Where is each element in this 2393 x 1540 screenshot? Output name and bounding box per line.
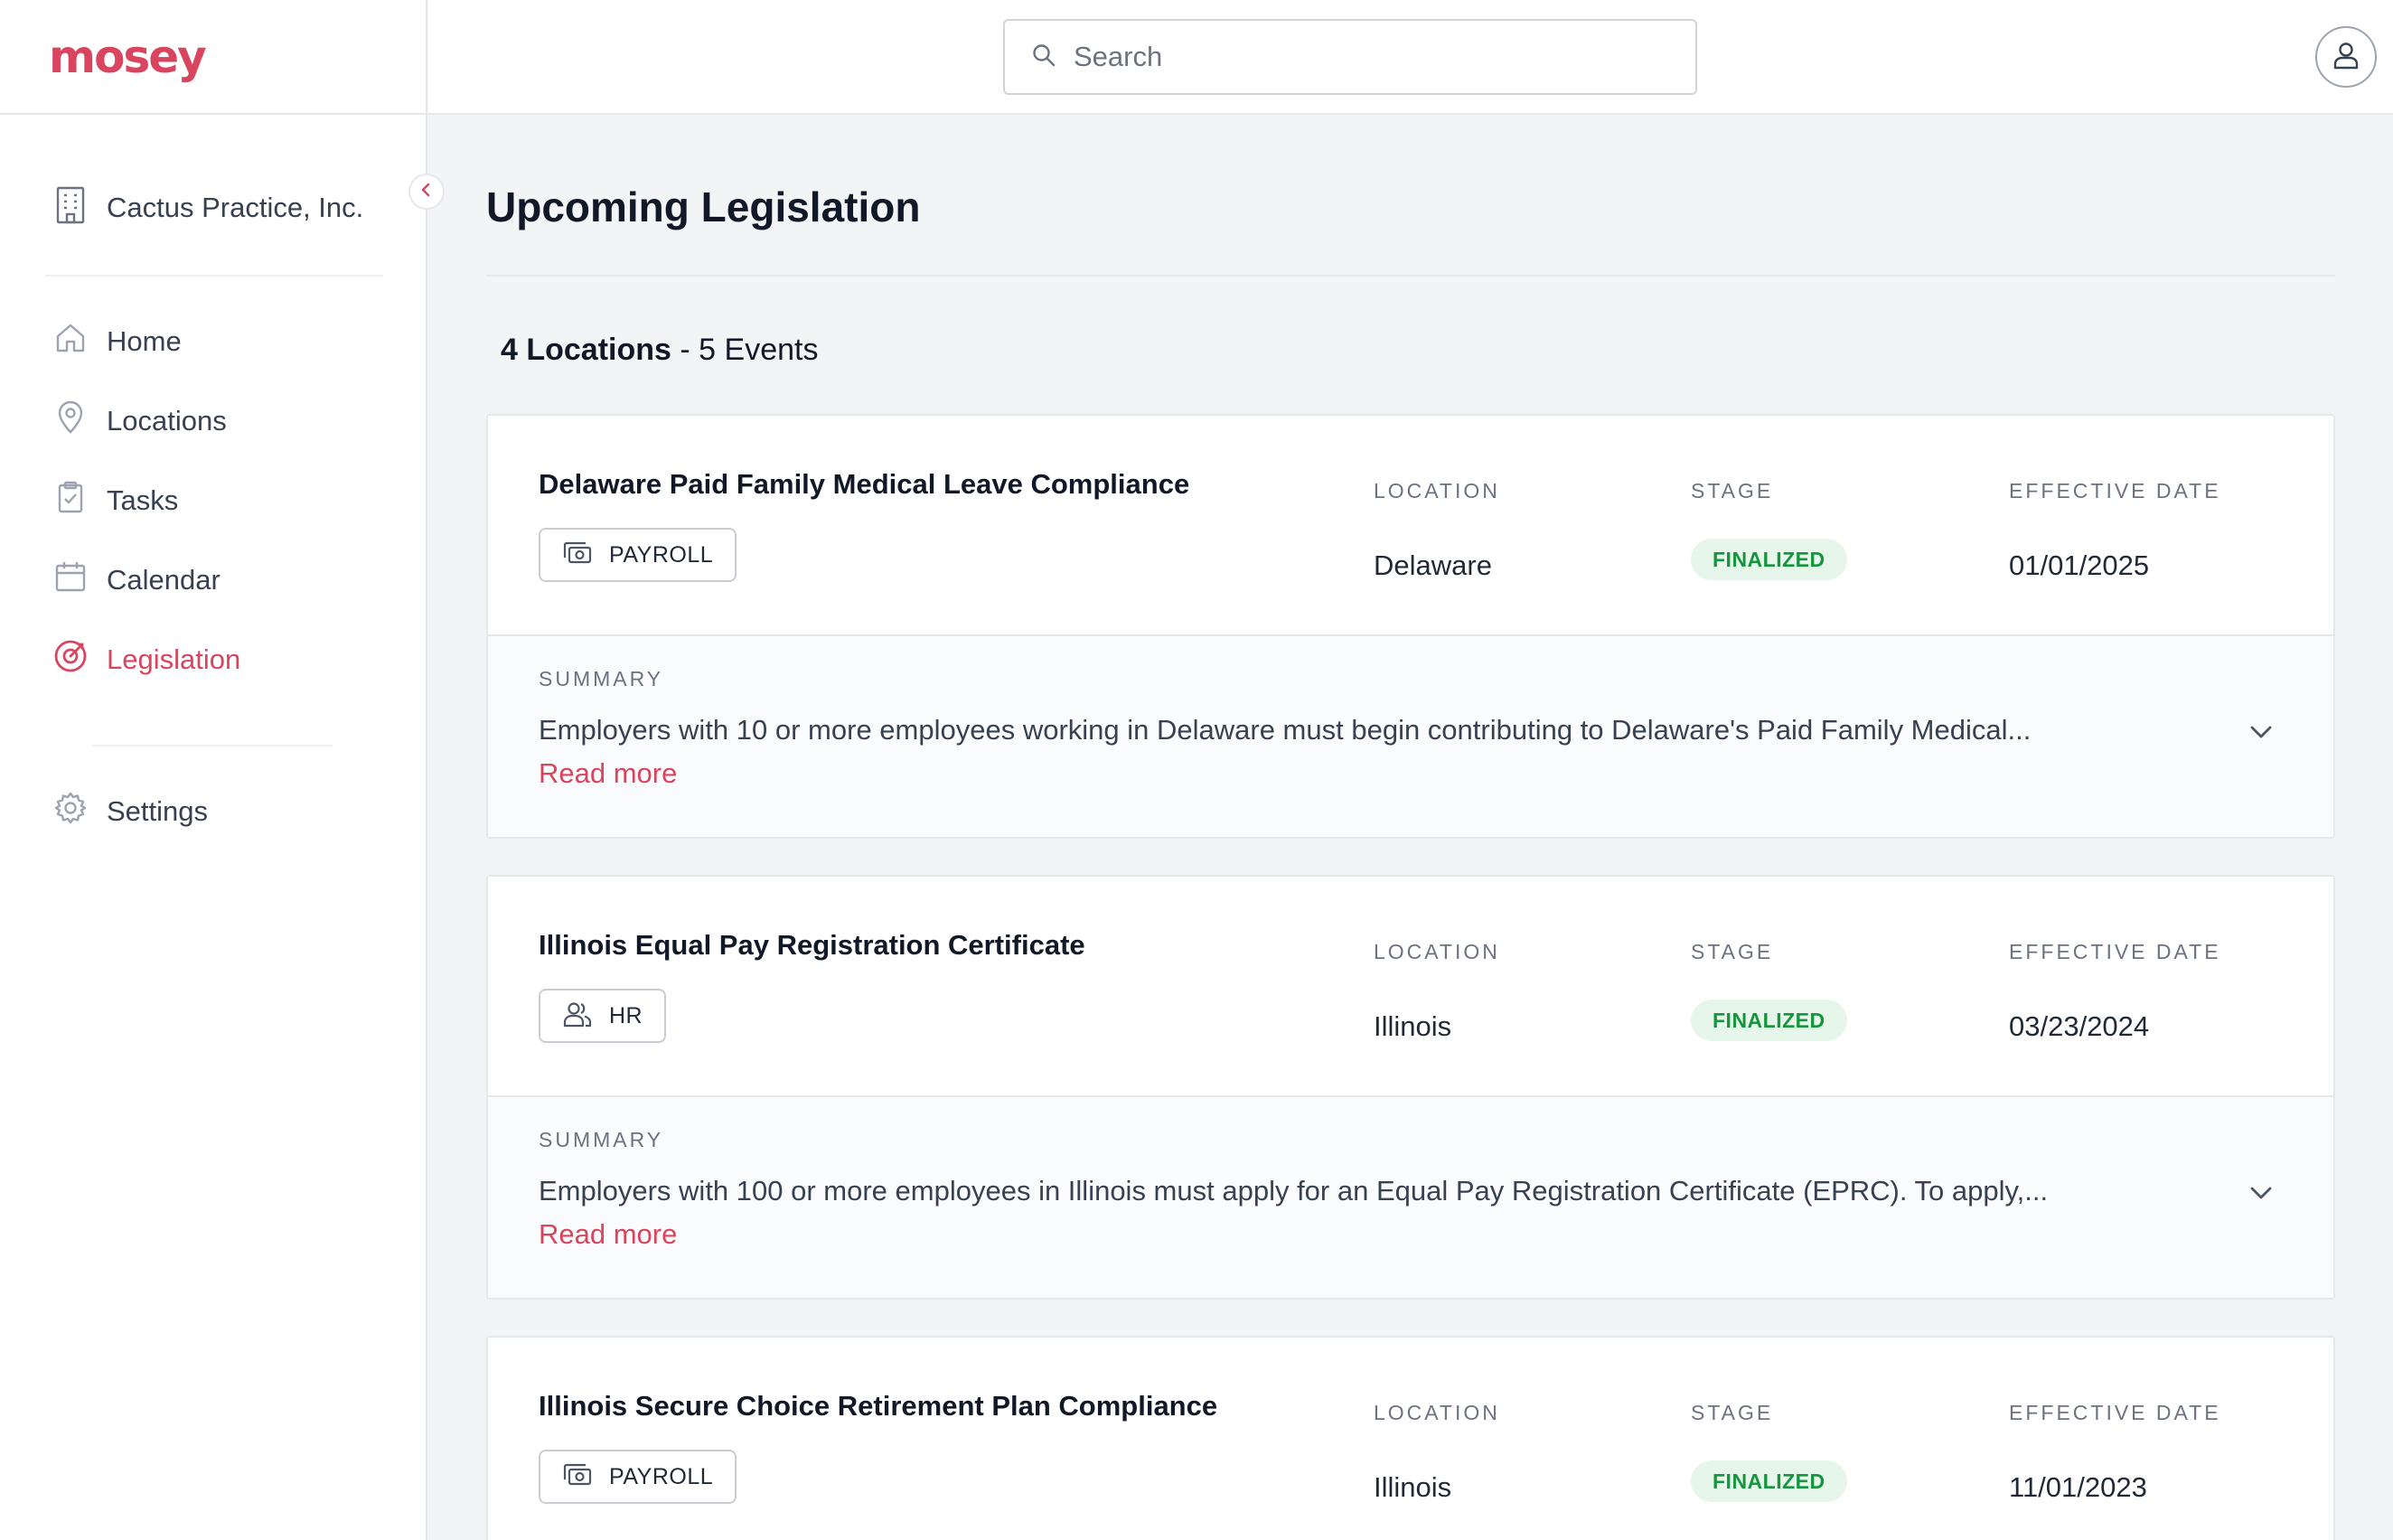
summary-label: SUMMARY	[539, 667, 664, 690]
sidebar-item-locations[interactable]: Locations	[52, 399, 227, 443]
summary-text: Employers with 10 or more employees work…	[539, 714, 2032, 746]
stage-label: STAGE	[1691, 1401, 1774, 1424]
sidebar-item-tasks[interactable]: Tasks	[52, 479, 178, 522]
effective-date-value: 11/01/2023	[2009, 1471, 2147, 1503]
building-icon	[52, 185, 89, 230]
sidebar-divider	[45, 275, 383, 277]
category-tag: PAYROLL	[539, 1450, 737, 1504]
legislation-card: Delaware Paid Family Medical Leave Compl…	[486, 414, 2335, 839]
home-icon	[52, 320, 89, 363]
location-label: LOCATION	[1374, 1401, 1500, 1424]
sidebar-item-label: Settings	[107, 795, 209, 827]
location-value: Illinois	[1374, 1010, 1452, 1042]
stage-label: STAGE	[1691, 479, 1774, 502]
sidebar-item-label: Home	[107, 325, 182, 357]
users-icon	[562, 1000, 593, 1033]
location-value: Delaware	[1374, 549, 1492, 581]
location-label: LOCATION	[1374, 940, 1500, 963]
event-title[interactable]: Illinois Secure Choice Retirement Plan C…	[539, 1390, 1217, 1423]
status-badge: FINALIZED	[1691, 1460, 1847, 1502]
events-count: 4 Locations - 5 Events	[501, 333, 818, 368]
status-badge: FINALIZED	[1691, 539, 1847, 580]
clipboard-check-icon	[52, 479, 89, 522]
chevron-down-icon[interactable]	[2243, 1175, 2279, 1211]
legislation-card: Illinois Equal Pay Registration Certific…	[486, 875, 2335, 1300]
event-title[interactable]: Illinois Equal Pay Registration Certific…	[539, 929, 1085, 962]
sidebar-item-legislation[interactable]: Legislation	[52, 638, 240, 681]
event-title[interactable]: Delaware Paid Family Medical Leave Compl…	[539, 468, 1189, 501]
search-icon	[1030, 42, 1057, 73]
mosey-logo[interactable]: mosey	[49, 31, 207, 83]
category-tag: HR	[539, 989, 667, 1043]
card-header: Illinois Secure Choice Retirement Plan C…	[488, 1338, 2333, 1540]
target-icon	[52, 638, 89, 681]
search-box[interactable]	[1003, 19, 1697, 95]
payroll-icon	[562, 540, 593, 571]
category-tag: PAYROLL	[539, 528, 737, 582]
card-summary: SUMMARY Employers with 100 or more emplo…	[488, 1095, 2333, 1298]
sidebar-item-label: Legislation	[107, 643, 241, 675]
location-value: Illinois	[1374, 1471, 1452, 1503]
effective-date-value: 01/01/2025	[2009, 549, 2150, 581]
tag-label: PAYROLL	[609, 541, 714, 568]
locations-count: 4 Locations	[501, 333, 671, 367]
collapse-sidebar-button[interactable]	[408, 174, 445, 210]
summary-text: Employers with 100 or more employees in …	[539, 1175, 2049, 1207]
sidebar-item-label: Locations	[107, 405, 227, 437]
search-input[interactable]	[1074, 41, 1652, 73]
top-bar	[428, 0, 2393, 115]
tag-label: HR	[609, 1002, 643, 1028]
user-avatar-button[interactable]	[2315, 26, 2377, 88]
status-badge: FINALIZED	[1691, 1000, 1847, 1041]
calendar-icon	[52, 559, 89, 602]
location-label: LOCATION	[1374, 479, 1500, 502]
effective-date-label: EFFECTIVE DATE	[2009, 479, 2221, 502]
card-header: Delaware Paid Family Medical Leave Compl…	[488, 416, 2333, 634]
card-summary: SUMMARY Employers with 10 or more employ…	[488, 634, 2333, 837]
gear-icon	[52, 790, 89, 833]
effective-date-label: EFFECTIVE DATE	[2009, 940, 2221, 963]
sidebar-item-label: Calendar	[107, 564, 221, 596]
effective-date-label: EFFECTIVE DATE	[2009, 1401, 2221, 1424]
title-divider	[486, 275, 2335, 277]
org-name: Cactus Practice, Inc.	[107, 191, 364, 223]
payroll-icon	[562, 1461, 593, 1493]
org-switcher[interactable]: Cactus Practice, Inc.	[52, 185, 363, 230]
effective-date-value: 03/23/2024	[2009, 1010, 2150, 1042]
legislation-card: Illinois Secure Choice Retirement Plan C…	[486, 1336, 2335, 1540]
read-more-link[interactable]: Read more	[539, 1218, 677, 1251]
chevron-down-icon[interactable]	[2243, 714, 2279, 750]
summary-label: SUMMARY	[539, 1128, 664, 1151]
events-count-text: - 5 Events	[680, 333, 819, 367]
read-more-link[interactable]: Read more	[539, 757, 677, 790]
map-pin-icon	[52, 399, 89, 443]
sidebar-item-home[interactable]: Home	[52, 320, 182, 363]
sidebar-divider	[92, 745, 333, 747]
tag-label: PAYROLL	[609, 1463, 714, 1489]
logo-area: mosey	[0, 0, 426, 115]
user-icon	[2330, 39, 2362, 76]
sidebar-item-label: Tasks	[107, 484, 179, 516]
sidebar: mosey Cactus Practice, Inc. Home Locatio…	[0, 0, 427, 1540]
chevron-left-icon	[418, 181, 436, 203]
sidebar-item-settings[interactable]: Settings	[52, 790, 208, 833]
page-title: Upcoming Legislation	[486, 183, 921, 230]
stage-label: STAGE	[1691, 940, 1774, 963]
sidebar-item-calendar[interactable]: Calendar	[52, 559, 221, 602]
card-header: Illinois Equal Pay Registration Certific…	[488, 877, 2333, 1095]
